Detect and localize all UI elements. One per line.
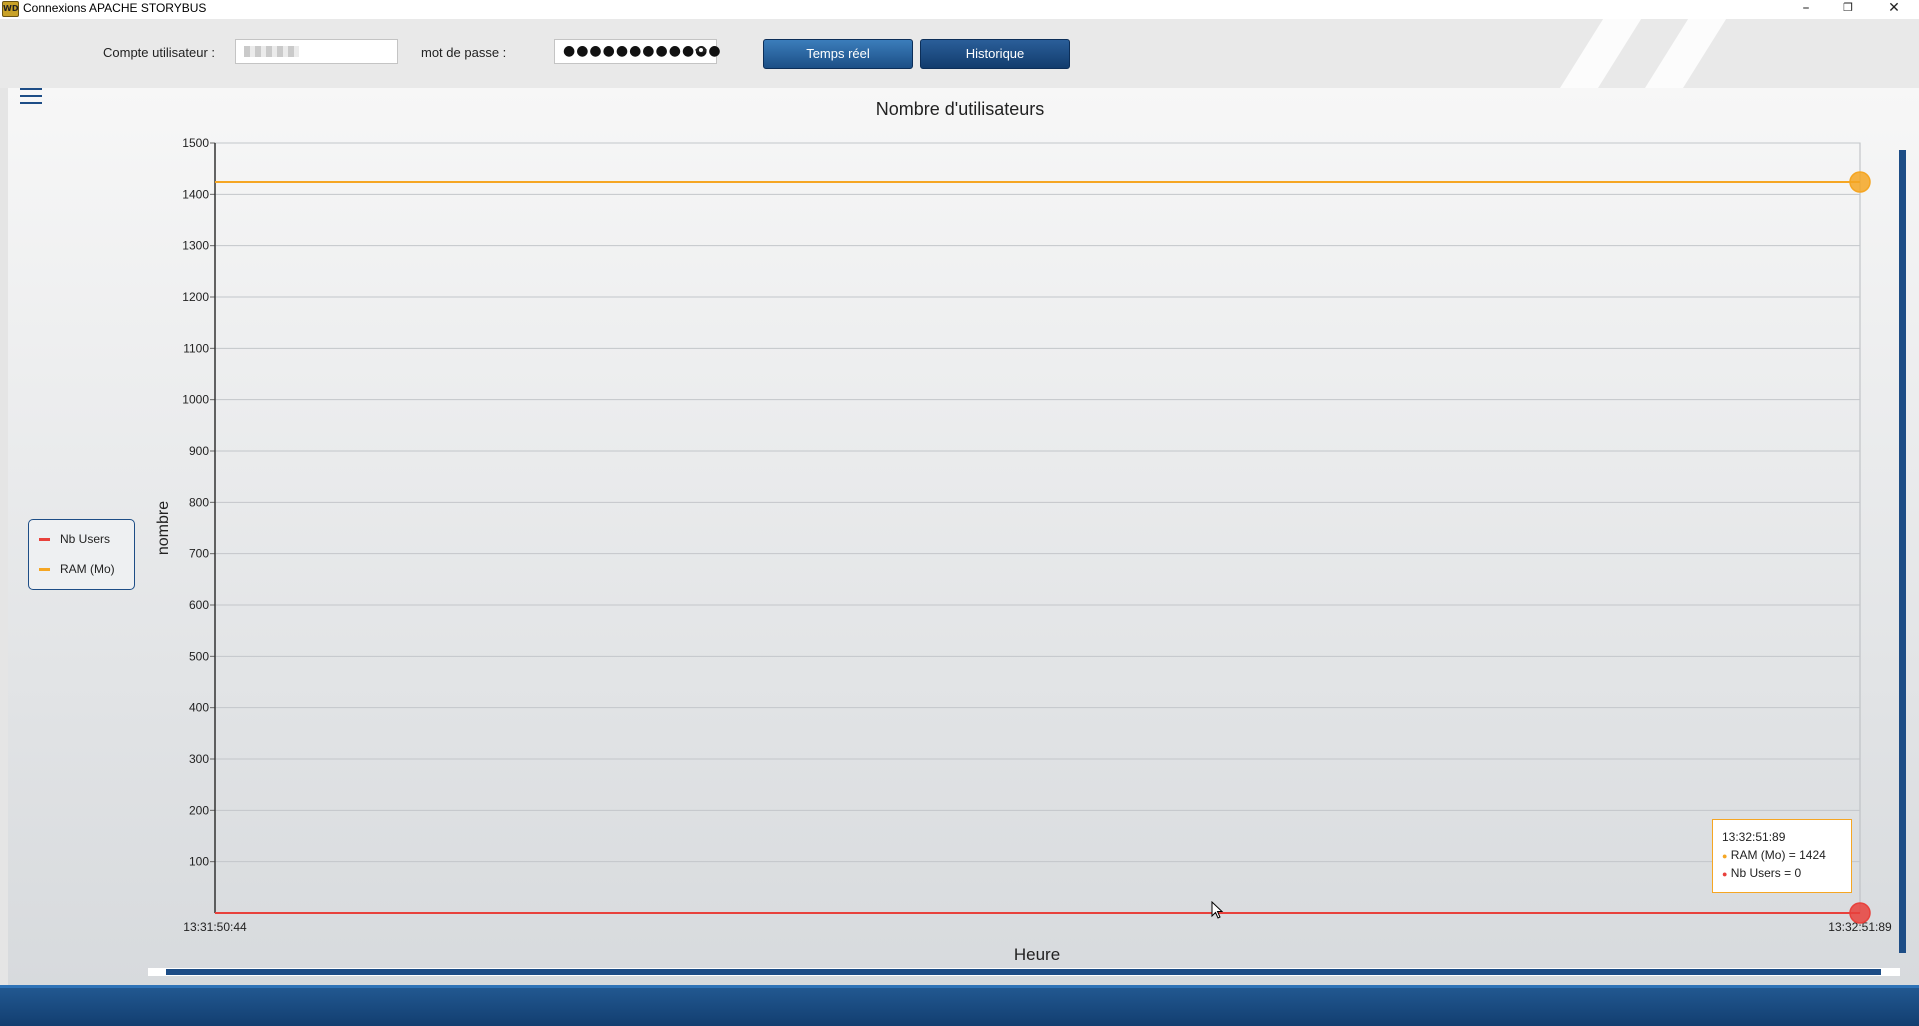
app-icon: WD	[2, 1, 19, 17]
chart-panel	[8, 88, 1919, 985]
decorative-stripe	[1625, 19, 1733, 88]
restore-button[interactable]: ❐	[1825, 0, 1871, 18]
legend-label: RAM (Mo)	[60, 562, 115, 576]
left-edge	[0, 88, 8, 985]
mouse-cursor-icon	[1211, 901, 1224, 919]
legend-swatch	[39, 568, 50, 572]
status-bar	[0, 985, 1919, 1026]
title-bar: WD Connexions APACHE STORYBUS – ❐ ✕	[0, 0, 1919, 18]
hamburger-menu-icon[interactable]	[20, 88, 42, 104]
status-bar-highlight	[0, 985, 1919, 988]
minimize-button[interactable]: –	[1783, 0, 1829, 18]
chart-legend: Nb Users RAM (Mo)	[28, 519, 135, 590]
eye-icon[interactable]	[694, 44, 708, 58]
tooltip-time: 13:32:51:89	[1722, 830, 1786, 844]
password-label: mot de passe :	[421, 45, 507, 60]
toolbar: Compte utilisateur : mot de passe : ●●●●…	[0, 19, 1919, 88]
tooltip-users-value: Nb Users = 0	[1730, 866, 1802, 880]
window-title: Connexions APACHE STORYBUS	[23, 1, 207, 15]
account-label: Compte utilisateur :	[103, 45, 215, 60]
vertical-scrollbar[interactable]	[1899, 150, 1906, 953]
account-input[interactable]	[235, 39, 398, 64]
horizontal-scrollbar-thumb[interactable]	[166, 969, 1881, 975]
close-button[interactable]: ✕	[1871, 0, 1917, 18]
tooltip-line-users: ● Nb Users = 0	[1722, 866, 1802, 880]
realtime-button[interactable]: Temps réel	[763, 39, 913, 69]
tooltip: 13:32:51:89 ● RAM (Mo) = 1424 ● Nb Users…	[1712, 819, 1852, 893]
password-input[interactable]: ●●●●●●●●●●●●	[554, 39, 721, 64]
redacted-account-value	[244, 46, 299, 57]
history-button[interactable]: Historique	[920, 39, 1070, 69]
decorative-stripe	[1540, 19, 1648, 88]
legend-item-ram: RAM (Mo)	[39, 562, 115, 576]
tooltip-line-ram: ● RAM (Mo) = 1424	[1722, 848, 1826, 862]
tooltip-ram-value: RAM (Mo) = 1424	[1730, 848, 1826, 862]
legend-label: Nb Users	[60, 532, 111, 546]
legend-item-nb-users: Nb Users	[39, 532, 110, 546]
legend-swatch	[39, 538, 50, 542]
